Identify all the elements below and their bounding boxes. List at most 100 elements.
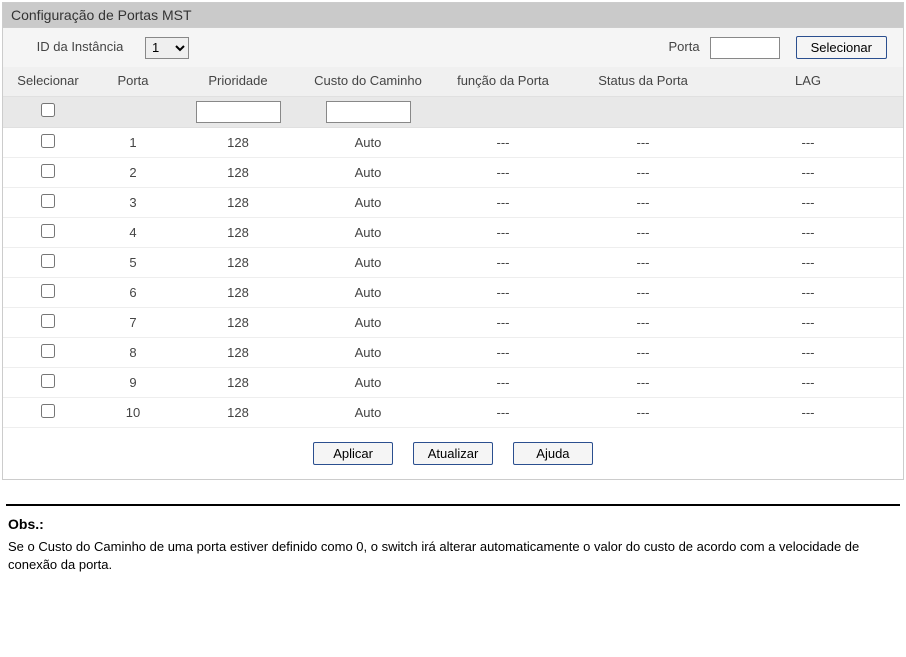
header-lag: LAG — [713, 67, 903, 96]
cell-custo: Auto — [303, 247, 433, 277]
cell-status: --- — [573, 127, 713, 157]
cell-porta: 1 — [93, 127, 173, 157]
cell-prioridade: 128 — [173, 127, 303, 157]
cell-porta: 5 — [93, 247, 173, 277]
row-checkbox[interactable] — [41, 314, 55, 328]
cell-funcao: --- — [433, 337, 573, 367]
instance-id-label: ID da Instância — [15, 39, 145, 56]
cell-custo: Auto — [303, 397, 433, 427]
port-table: Selecionar Porta Prioridade Custo do Cam… — [3, 67, 903, 428]
row-checkbox[interactable] — [41, 194, 55, 208]
cell-funcao: --- — [433, 217, 573, 247]
row-checkbox[interactable] — [41, 224, 55, 238]
row-checkbox[interactable] — [41, 404, 55, 418]
row-checkbox[interactable] — [41, 134, 55, 148]
cell-porta: 4 — [93, 217, 173, 247]
select-all-checkbox[interactable] — [41, 103, 55, 117]
header-porta: Porta — [93, 67, 173, 96]
select-button[interactable]: Selecionar — [796, 36, 887, 59]
header-prioridade: Prioridade — [173, 67, 303, 96]
cell-prioridade: 128 — [173, 397, 303, 427]
cell-porta: 3 — [93, 187, 173, 217]
header-custo: Custo do Caminho — [303, 67, 433, 96]
row-checkbox[interactable] — [41, 344, 55, 358]
filter-row — [3, 96, 903, 127]
cell-custo: Auto — [303, 187, 433, 217]
cell-status: --- — [573, 307, 713, 337]
table-row: 6128Auto--------- — [3, 277, 903, 307]
table-row: 10128Auto--------- — [3, 397, 903, 427]
priority-filter-input[interactable] — [196, 101, 281, 123]
cell-lag: --- — [713, 397, 903, 427]
note-title: Obs.: — [8, 516, 898, 532]
cell-status: --- — [573, 217, 713, 247]
cell-status: --- — [573, 337, 713, 367]
apply-button[interactable]: Aplicar — [313, 442, 393, 465]
header-select: Selecionar — [3, 67, 93, 96]
cell-funcao: --- — [433, 397, 573, 427]
row-checkbox[interactable] — [41, 164, 55, 178]
cell-funcao: --- — [433, 127, 573, 157]
table-row: 9128Auto--------- — [3, 367, 903, 397]
cell-prioridade: 128 — [173, 277, 303, 307]
cell-lag: --- — [713, 337, 903, 367]
cell-status: --- — [573, 277, 713, 307]
cell-status: --- — [573, 187, 713, 217]
table-row: 5128Auto--------- — [3, 247, 903, 277]
cell-custo: Auto — [303, 307, 433, 337]
refresh-button[interactable]: Atualizar — [413, 442, 494, 465]
help-button[interactable]: Ajuda — [513, 442, 593, 465]
table-body: 1128Auto---------2128Auto---------3128Au… — [3, 127, 903, 427]
cell-status: --- — [573, 247, 713, 277]
header-status: Status da Porta — [573, 67, 713, 96]
table-row: 8128Auto--------- — [3, 337, 903, 367]
cell-funcao: --- — [433, 277, 573, 307]
cell-funcao: --- — [433, 157, 573, 187]
table-row: 3128Auto--------- — [3, 187, 903, 217]
cell-funcao: --- — [433, 307, 573, 337]
cell-porta: 9 — [93, 367, 173, 397]
cell-custo: Auto — [303, 127, 433, 157]
cell-prioridade: 128 — [173, 187, 303, 217]
cell-porta: 6 — [93, 277, 173, 307]
cell-porta: 8 — [93, 337, 173, 367]
action-button-row: Aplicar Atualizar Ajuda — [3, 428, 903, 479]
table-row: 1128Auto--------- — [3, 127, 903, 157]
cell-custo: Auto — [303, 277, 433, 307]
pathcost-filter-input[interactable] — [326, 101, 411, 123]
cell-lag: --- — [713, 367, 903, 397]
cell-lag: --- — [713, 187, 903, 217]
table-row: 2128Auto--------- — [3, 157, 903, 187]
row-checkbox[interactable] — [41, 284, 55, 298]
cell-lag: --- — [713, 307, 903, 337]
cell-porta: 7 — [93, 307, 173, 337]
cell-status: --- — [573, 397, 713, 427]
instance-id-select[interactable]: 1 — [145, 37, 189, 59]
cell-lag: --- — [713, 127, 903, 157]
row-checkbox[interactable] — [41, 374, 55, 388]
cell-custo: Auto — [303, 217, 433, 247]
cell-custo: Auto — [303, 337, 433, 367]
table-header-row: Selecionar Porta Prioridade Custo do Cam… — [3, 67, 903, 96]
header-funcao: função da Porta — [433, 67, 573, 96]
cell-funcao: --- — [433, 367, 573, 397]
cell-status: --- — [573, 157, 713, 187]
table-row: 4128Auto--------- — [3, 217, 903, 247]
cell-lag: --- — [713, 277, 903, 307]
panel-title: Configuração de Portas MST — [3, 3, 903, 28]
cell-porta: 10 — [93, 397, 173, 427]
cell-custo: Auto — [303, 367, 433, 397]
cell-lag: --- — [713, 217, 903, 247]
cell-custo: Auto — [303, 157, 433, 187]
cell-prioridade: 128 — [173, 247, 303, 277]
row-checkbox[interactable] — [41, 254, 55, 268]
cell-status: --- — [573, 367, 713, 397]
table-row: 7128Auto--------- — [3, 307, 903, 337]
note-text: Se o Custo do Caminho de uma porta estiv… — [8, 538, 898, 574]
config-row: ID da Instância 1 Porta Selecionar — [3, 28, 903, 67]
cell-funcao: --- — [433, 187, 573, 217]
porta-label: Porta — [650, 39, 710, 56]
mst-port-config-panel: Configuração de Portas MST ID da Instânc… — [2, 2, 904, 480]
porta-input[interactable] — [710, 37, 780, 59]
cell-prioridade: 128 — [173, 157, 303, 187]
